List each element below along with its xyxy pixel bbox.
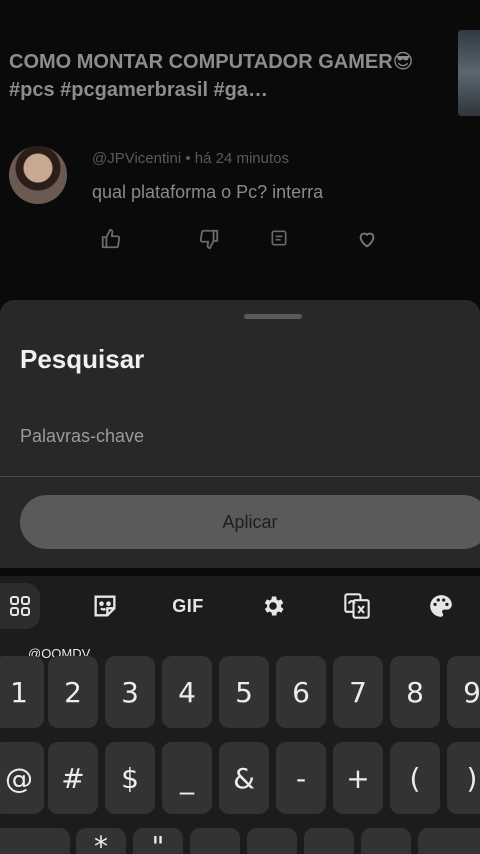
key-7[interactable]: 7 bbox=[333, 656, 383, 728]
sheet-drag-handle[interactable] bbox=[244, 314, 302, 319]
key-open-paren[interactable]: ( bbox=[390, 742, 440, 814]
translate-icon[interactable] bbox=[336, 583, 378, 629]
dislike-icon[interactable] bbox=[197, 228, 221, 252]
settings-icon[interactable] bbox=[252, 583, 294, 629]
key-dollar[interactable]: $ bbox=[105, 742, 155, 814]
sheet-title: Pesquisar bbox=[20, 344, 145, 374]
key-at[interactable]: @ bbox=[0, 742, 44, 814]
key-6[interactable]: 6 bbox=[276, 656, 326, 728]
apps-grid-icon[interactable] bbox=[0, 583, 40, 629]
heart-icon[interactable] bbox=[355, 228, 379, 252]
key-2[interactable]: 2 bbox=[48, 656, 98, 728]
key-minus[interactable]: - bbox=[276, 742, 326, 814]
key-4[interactable]: 4 bbox=[162, 656, 212, 728]
comment-item: @JPVicentini • há 24 minutos qual plataf… bbox=[9, 146, 479, 266]
key-shift-partial[interactable] bbox=[0, 828, 70, 854]
key-hash[interactable]: # bbox=[48, 742, 98, 814]
palette-icon[interactable] bbox=[420, 583, 462, 629]
key-9[interactable]: 9 bbox=[447, 656, 480, 728]
video-title[interactable]: COMO MONTAR COMPUTADOR GAMER😎 #pcs #pcga… bbox=[9, 48, 439, 104]
key-partial-4[interactable] bbox=[190, 828, 240, 854]
gif-button[interactable]: GIF bbox=[167, 583, 209, 629]
avatar[interactable] bbox=[9, 146, 67, 204]
keyboard-toolbar: GIF bbox=[0, 576, 480, 642]
search-bottom-sheet: Pesquisar Palavras-chave Aplicar bbox=[0, 300, 480, 568]
keywords-input-underline bbox=[0, 476, 480, 477]
apply-button[interactable]: Aplicar bbox=[20, 495, 480, 549]
video-page-background: COMO MONTAR COMPUTADOR GAMER😎 #pcs #pcga… bbox=[0, 0, 480, 300]
key-quote[interactable]: " bbox=[133, 828, 183, 854]
like-icon[interactable] bbox=[99, 228, 123, 252]
comment-author-time: @JPVicentini • há 24 minutos bbox=[92, 150, 289, 167]
key-partial-5[interactable] bbox=[247, 828, 297, 854]
key-5[interactable]: 5 bbox=[219, 656, 269, 728]
reply-icon[interactable] bbox=[267, 228, 291, 252]
keywords-input[interactable]: Palavras-chave bbox=[20, 426, 144, 447]
key-plus[interactable]: + bbox=[333, 742, 383, 814]
sticker-icon[interactable] bbox=[84, 583, 126, 629]
key-backspace-partial[interactable] bbox=[418, 828, 480, 854]
key-ampersand[interactable]: & bbox=[219, 742, 269, 814]
key-underscore[interactable]: _ bbox=[162, 742, 212, 814]
key-3[interactable]: 3 bbox=[105, 656, 155, 728]
comment-actions bbox=[99, 228, 389, 252]
key-1[interactable]: 1 bbox=[0, 656, 44, 728]
video-thumbnail[interactable] bbox=[458, 30, 480, 116]
key-partial-7[interactable] bbox=[361, 828, 411, 854]
soft-keyboard: GIF @OQMDV 1 2 3 4 5 6 7 8 9 @ # $ _ & -… bbox=[0, 576, 480, 854]
key-partial-6[interactable] bbox=[304, 828, 354, 854]
key-asterisk[interactable]: * bbox=[76, 828, 126, 854]
key-close-paren[interactable]: ) bbox=[447, 742, 480, 814]
key-8[interactable]: 8 bbox=[390, 656, 440, 728]
comment-text: qual plataforma o Pc? interra bbox=[92, 182, 324, 202]
